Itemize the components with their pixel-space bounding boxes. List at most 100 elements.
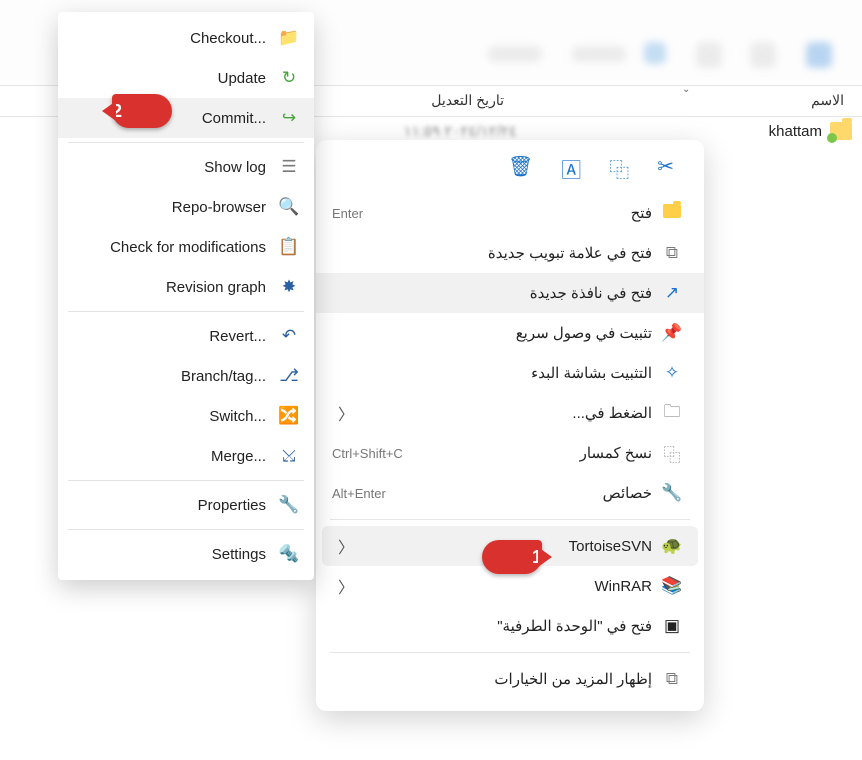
explorer-context-menu: ✂ ⿻ 🄰 🗑 فتح Enter ⧉ فتح في علامة تبويب ج…	[316, 140, 704, 711]
ctx-copy-path-label: نسخ كمسار	[403, 444, 656, 462]
revert-icon: ↶	[278, 326, 300, 346]
callout-badge-2-text: 2	[112, 101, 122, 122]
svn-revgraph-label: Revision graph	[166, 279, 278, 296]
separator	[68, 529, 304, 530]
ctx-compress[interactable]: 🗀 الضغط في... 〈	[316, 393, 704, 433]
separator	[68, 142, 304, 143]
folder-svn-icon	[830, 122, 852, 140]
merge-icon: ⤩	[278, 446, 300, 466]
callout-badge-1-text: 1	[532, 547, 542, 568]
ctx-open-window-label: فتح في نافذة جديدة	[332, 284, 656, 302]
separator	[68, 311, 304, 312]
check-mods-icon: 📋	[278, 237, 300, 257]
column-name[interactable]: الاسم ⌄	[522, 86, 862, 116]
ctx-terminal[interactable]: ▣ فتح في "الوحدة الطرفية"	[316, 606, 704, 646]
ctx-more-options[interactable]: ⧉ إظهار المزيد من الخيارات	[316, 659, 704, 699]
open-tab-icon: ⧉	[656, 243, 688, 263]
tortoisesvn-icon: 🐢	[656, 536, 688, 556]
separator	[330, 652, 690, 653]
svn-revert[interactable]: Revert... ↶	[58, 316, 314, 356]
switch-icon: 🔀	[278, 406, 300, 426]
svn-update[interactable]: Update ↻	[58, 58, 314, 98]
svn-revgraph[interactable]: Revision graph ✸	[58, 267, 314, 307]
ctx-properties-shortcut: Alt+Enter	[332, 486, 386, 501]
ctx-pin-start[interactable]: ✧ التثبيت بشاشة البدء	[316, 353, 704, 393]
ctx-open-shortcut: Enter	[332, 206, 363, 221]
svn-switch[interactable]: Switch... 🔀	[58, 396, 314, 436]
svn-checkmods-label: Check for modifications	[110, 239, 278, 256]
svn-revert-label: Revert...	[209, 328, 278, 345]
ctx-pin-quick-label: تثبيت في وصول سريع	[332, 324, 656, 342]
ctx-copy-path[interactable]: ⿻ نسخ كمسار Ctrl+Shift+C	[316, 433, 704, 473]
ctx-compress-label: الضغط في...	[354, 404, 656, 422]
svn-update-label: Update	[218, 70, 278, 87]
branch-icon: ⎇	[278, 366, 300, 386]
column-date-label: تاريخ التعديل	[431, 92, 504, 108]
folder-icon	[656, 203, 688, 223]
file-row-name: khattam	[769, 123, 822, 140]
archive-icon: 🗀	[656, 399, 688, 428]
context-menu-toolbar: ✂ ⿻ 🄰 🗑	[316, 148, 704, 193]
svn-properties[interactable]: Properties 🔧	[58, 485, 314, 525]
svn-checkmods[interactable]: Check for modifications 📋	[58, 227, 314, 267]
rename-icon[interactable]: 🄰	[561, 154, 581, 183]
svn-showlog-label: Show log	[204, 159, 278, 176]
svn-checkout[interactable]: Checkout... 📁	[58, 18, 314, 58]
repo-browser-icon: 🔍	[278, 197, 300, 217]
pin-icon: 📌	[656, 323, 688, 343]
sort-caret-icon: ⌄	[682, 84, 690, 95]
ctx-more-label: إظهار المزيد من الخيارات	[332, 670, 656, 688]
file-row-date: ٢٠٢٤/١٢/٢٤ ١١:٥٩	[404, 122, 517, 140]
ctx-copy-path-shortcut: Ctrl+Shift+C	[332, 446, 403, 461]
delete-icon[interactable]: 🗑	[508, 154, 533, 183]
column-name-label: الاسم	[811, 92, 844, 108]
pin-start-icon: ✧	[656, 363, 688, 383]
ctx-open[interactable]: فتح Enter	[316, 193, 704, 233]
svn-settings-label: Settings	[212, 546, 278, 563]
ctx-terminal-label: فتح في "الوحدة الطرفية"	[332, 617, 656, 635]
log-icon: ☰	[278, 157, 300, 177]
copy-icon[interactable]: ⿻	[609, 154, 629, 183]
more-icon: ⧉	[656, 669, 688, 689]
svn-merge[interactable]: Merge... ⤩	[58, 436, 314, 476]
ctx-pin-quick[interactable]: 📌 تثبيت في وصول سريع	[316, 313, 704, 353]
checkout-icon: 📁	[278, 28, 300, 48]
wrench-icon: 🔧	[656, 483, 688, 503]
chevron-left-icon: 〈	[332, 574, 354, 598]
copy-path-icon: ⿻	[656, 441, 688, 466]
svn-settings[interactable]: Settings 🔩	[58, 534, 314, 574]
separator	[330, 519, 690, 520]
separator	[68, 480, 304, 481]
ctx-pin-start-label: التثبيت بشاشة البدء	[332, 364, 656, 382]
revision-graph-icon: ✸	[278, 277, 300, 297]
ctx-open-tab[interactable]: ⧉ فتح في علامة تبويب جديدة	[316, 233, 704, 273]
ctx-properties-label: خصائص	[386, 484, 656, 502]
cut-icon[interactable]: ✂	[657, 154, 674, 183]
ctx-open-tab-label: فتح في علامة تبويب جديدة	[332, 244, 656, 262]
svn-commit[interactable]: Commit... ↪	[58, 98, 314, 138]
commit-icon: ↪	[278, 108, 300, 128]
winrar-icon: 📚	[656, 576, 688, 596]
svn-merge-label: Merge...	[211, 448, 278, 465]
open-window-icon: ↗	[656, 283, 688, 303]
chevron-left-icon: 〈	[332, 401, 354, 425]
ctx-properties[interactable]: 🔧 خصائص Alt+Enter	[316, 473, 704, 513]
callout-badge-2: 2	[112, 94, 172, 128]
svn-branchtag[interactable]: Branch/tag... ⎇	[58, 356, 314, 396]
properties-icon: 🔧	[278, 495, 300, 515]
column-date[interactable]: تاريخ التعديل	[322, 86, 522, 116]
svn-branchtag-label: Branch/tag...	[181, 368, 278, 385]
svn-showlog[interactable]: Show log ☰	[58, 147, 314, 187]
file-row-khattam[interactable]: khattam ٢٠٢٤/١٢/٢٤ ١١:٥٩	[769, 122, 852, 140]
ctx-open-label: فتح	[363, 204, 656, 222]
svn-repobrowser-label: Repo-browser	[172, 199, 278, 216]
svn-checkout-label: Checkout...	[190, 30, 278, 47]
svn-repobrowser[interactable]: Repo-browser 🔍	[58, 187, 314, 227]
settings-icon: 🔩	[278, 544, 300, 564]
tortoisesvn-submenu: Checkout... 📁 Update ↻ Commit... ↪ Show …	[58, 12, 314, 580]
update-icon: ↻	[278, 68, 300, 88]
ctx-open-window[interactable]: ↗ فتح في نافذة جديدة	[316, 273, 704, 313]
ctx-winrar-label: WinRAR	[354, 578, 656, 595]
svn-commit-label: Commit...	[202, 110, 278, 127]
chevron-left-icon: 〈	[332, 534, 354, 558]
